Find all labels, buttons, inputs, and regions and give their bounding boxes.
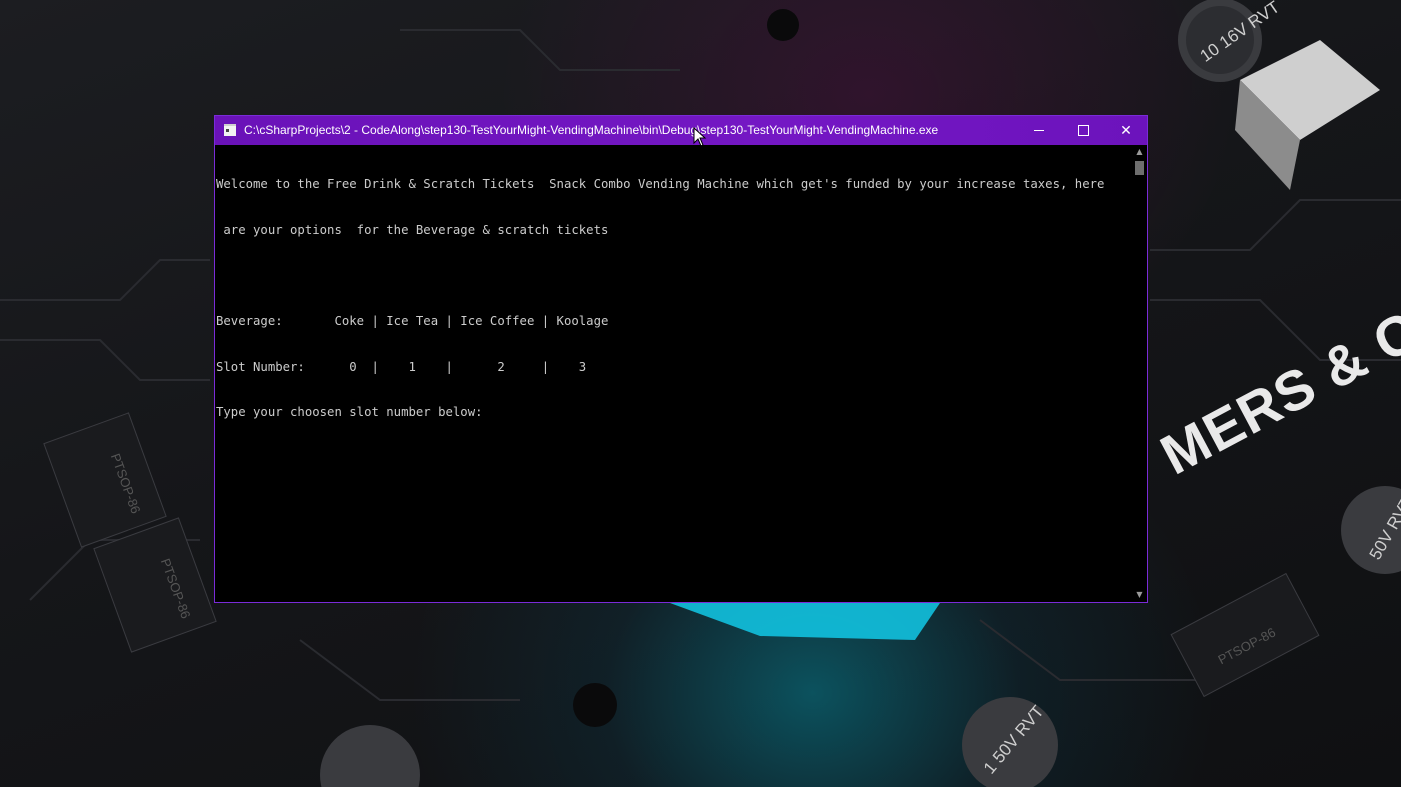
console-window[interactable]: C:\cSharpProjects\2 - CodeAlong\step130-… [214,115,1148,603]
maximize-button[interactable] [1061,116,1105,145]
console-app-icon[interactable] [224,124,236,136]
vertical-scrollbar[interactable]: ▲ ▼ [1132,145,1147,602]
title-bar[interactable]: C:\cSharpProjects\2 - CodeAlong\step130-… [215,116,1147,145]
console-line: Slot Number: 0 | 1 | 2 | 3 [216,359,587,374]
scroll-up-icon[interactable]: ▲ [1132,145,1147,159]
ptsop-chip-2: PTSOP-86 [93,517,217,653]
window-title: C:\cSharpProjects\2 - CodeAlong\step130-… [244,123,939,137]
console-line: Welcome to the Free Drink & Scratch Tick… [216,177,1105,192]
console-prompt-line: Type your choosen slot number below: [216,405,483,420]
close-icon: ✕ [1120,122,1132,139]
scroll-down-icon[interactable]: ▼ [1132,588,1147,602]
console-line: are your options for the Beverage & scra… [216,223,609,237]
close-button[interactable]: ✕ [1104,116,1148,145]
ptsop-chip-1: PTSOP-86 [43,412,167,548]
capacitor-right: 50V RVT [1341,486,1401,574]
console-line: Beverage: Coke | Ice Tea | Ice Coffee | … [216,314,609,329]
capacitor-bottom: 1 50V RVT [962,697,1058,787]
maximize-icon [1077,125,1089,136]
cyan-glow-shape [670,603,940,640]
ptsop-chip-3: PTSOP-86 [1170,572,1320,698]
capacitor-bottom-left [320,725,420,787]
mount-hole [573,683,617,727]
mouse-cursor-icon [693,127,707,147]
minimize-icon [1034,130,1044,131]
console-output[interactable]: Welcome to the Free Drink & Scratch Tick… [215,145,1133,602]
scroll-thumb[interactable] [1135,161,1144,175]
minimize-button[interactable] [1017,116,1061,145]
